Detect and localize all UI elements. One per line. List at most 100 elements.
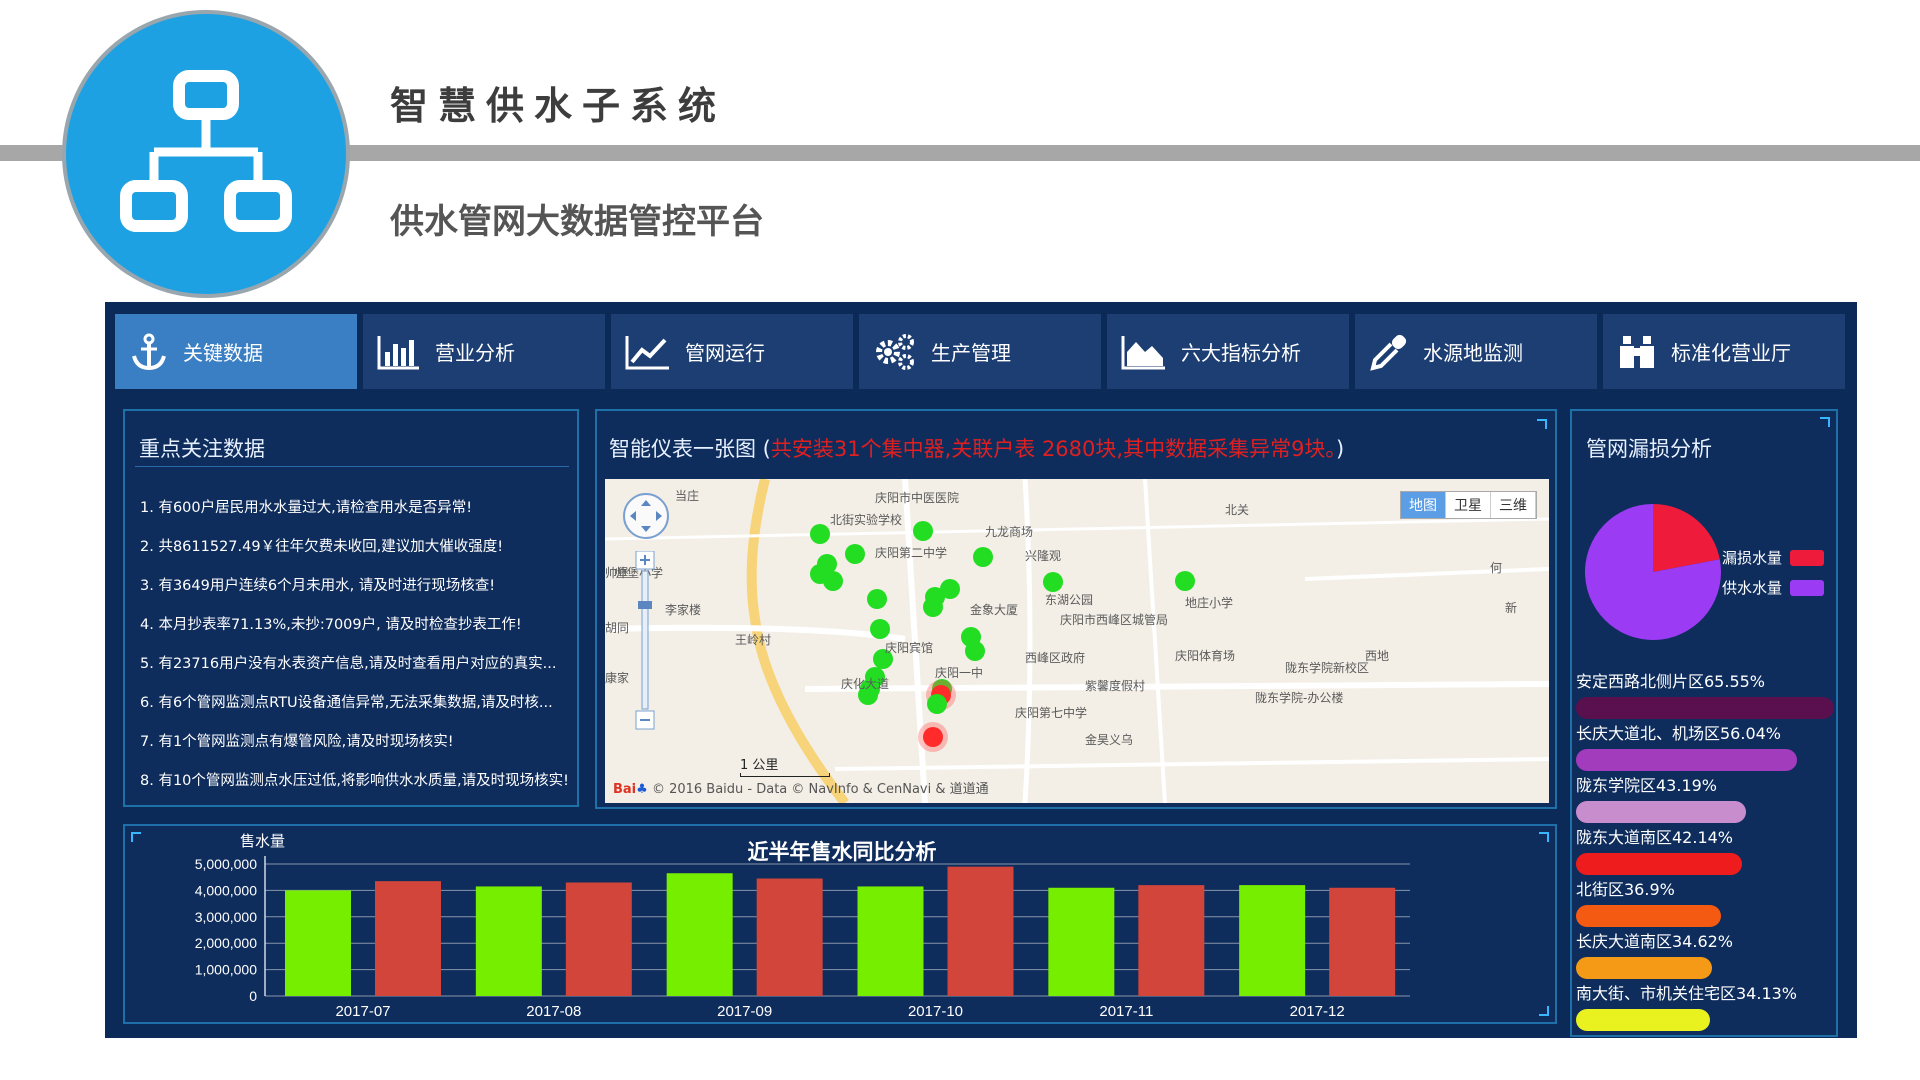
map-canvas[interactable]: 当庄 庆阳市中医医院 北街实验学校 九龙商场 兴隆观 庆阳第二中学 北关 帅堡小学 李家楼 金象大… <box>605 479 1549 803</box>
map-place-label: 西峰区政府 <box>1025 651 1086 665</box>
bar-series-a[interactable] <box>1239 885 1306 996</box>
logo-circle <box>62 10 350 298</box>
focus-data-panel: 重点关注数据 1. 有600户居民用水水量过大,请检查用水是否异常! 2. 共8… <box>123 409 579 807</box>
leak-bar <box>1576 905 1722 927</box>
leak-bar <box>1576 801 1746 823</box>
leak-bar-row[interactable]: 长庆大道北、机场区56.04% <box>1576 723 1836 771</box>
map-attribution: Bai♣ © 2016 Baidu - Data © NavInfo & Cen… <box>613 778 989 797</box>
list-item[interactable]: 6. 有6个管网监测点RTU设备通信异常,无法采集数据,请及时核... <box>140 684 570 723</box>
leak-bar-row[interactable]: 陇东大道南区42.14% <box>1576 827 1836 875</box>
meter-map-panel: 智能仪表一张图 (共安装31个集中器,关联户表 2680块,其中数据采集异常9块… <box>595 409 1557 809</box>
list-item[interactable]: 8. 有10个管网监测点水压过低,将影响供水水质量,请及时现场核实! <box>140 762 570 801</box>
map-place-label: 北街实验学校 <box>830 513 903 527</box>
leak-bar <box>1576 853 1742 875</box>
list-item[interactable]: 4. 本月抄表率71.13%,未抄:7009户, 请及时检查抄表工作! <box>140 606 570 645</box>
tab-label: 关键数据 <box>183 341 263 365</box>
tab-network-operation[interactable]: 管网运行 <box>611 314 853 389</box>
meter-point[interactable] <box>867 589 887 609</box>
x-tick-label: 2017-11 <box>1099 1003 1153 1020</box>
line-chart-icon <box>625 335 669 369</box>
bar-series-a[interactable] <box>285 890 351 996</box>
meter-point[interactable] <box>965 641 985 661</box>
y-tick-label: 3,000,000 <box>195 909 257 925</box>
meter-point[interactable] <box>1043 572 1063 592</box>
map-place-label: 庆化大道 <box>841 677 890 691</box>
meter-point[interactable] <box>923 597 943 617</box>
list-item[interactable]: 2. 共8611527.49￥往年欠费未收回,建议加大催收强度! <box>140 528 570 567</box>
meter-point[interactable] <box>823 571 843 591</box>
leak-bar-row[interactable]: 安定西路北侧片区65.55% <box>1576 671 1836 719</box>
map-place-label: 北关 <box>1225 503 1250 517</box>
tab-water-source-monitoring[interactable]: 水源地监测 <box>1355 314 1597 389</box>
bar-series-b[interactable] <box>756 878 823 996</box>
x-tick-label: 2017-08 <box>526 1003 581 1020</box>
meter-point[interactable] <box>810 524 830 544</box>
bar-series-b[interactable] <box>565 882 632 996</box>
list-item[interactable]: 7. 有1个管网监测点有爆管风险,请及时现场核实! <box>140 723 570 762</box>
eyedropper-icon <box>1370 334 1407 371</box>
system-name: 智慧供水子系统 <box>390 83 727 128</box>
page-title: 供水管网大数据管控平台 <box>390 202 764 242</box>
bar-series-b[interactable] <box>1138 885 1205 996</box>
bar-series-b[interactable] <box>947 866 1014 996</box>
map-place-label: 庆阳市中医医院 <box>875 491 960 505</box>
map-pan-control[interactable] <box>623 493 669 539</box>
map-type-satellite[interactable]: 卫星 <box>1446 492 1491 518</box>
leak-bar-row[interactable]: 北街区36.9% <box>1576 879 1836 927</box>
map-place-label: 胡同 <box>605 621 630 635</box>
bar-series-a[interactable] <box>475 886 542 996</box>
anchor-icon <box>132 333 166 370</box>
tab-business-analysis[interactable]: 营业分析 <box>363 314 605 389</box>
y-tick-label: 0 <box>249 988 257 1004</box>
leak-bar-label: 长庆大道南区34.62% <box>1576 932 1734 951</box>
bar-series-a[interactable] <box>666 873 733 996</box>
leak-bar <box>1576 697 1834 719</box>
tab-key-data[interactable]: 关键数据 <box>115 314 357 389</box>
meter-point-abnormal[interactable] <box>923 727 943 747</box>
corner-decoration <box>1820 417 1830 427</box>
meter-point[interactable] <box>927 694 947 714</box>
bar-series-b[interactable] <box>375 881 441 996</box>
leak-bar-row[interactable]: 长庆大道南区34.62% <box>1576 931 1836 979</box>
bar-series-b[interactable] <box>1329 887 1396 996</box>
tab-six-indicators[interactable]: 六大指标分析 <box>1107 314 1349 389</box>
bar-series-a[interactable] <box>857 886 924 996</box>
list-item[interactable]: 3. 有3649用户连续6个月未用水, 请及时进行现场核查! <box>140 567 570 606</box>
list-item[interactable]: 1. 有600户居民用水水量过大,请检查用水是否异常! <box>140 489 570 528</box>
tab-bar: 关键数据 营业分析 管网运行 生产管理 六大指标分析 水源地监测 标准化营业厅 <box>115 314 1845 389</box>
leak-bar-label: 安定西路北侧片区65.55% <box>1576 672 1766 691</box>
map-scale: 1 公里 <box>740 754 830 777</box>
meter-point[interactable] <box>973 547 993 567</box>
map-place-label: 金象大厦 <box>970 603 1019 617</box>
map-zoom-control[interactable] <box>635 551 655 731</box>
bar-series-a[interactable] <box>1048 887 1115 996</box>
area-chart-icon <box>1121 335 1165 369</box>
title-divider <box>135 466 569 467</box>
x-tick-label: 2017-09 <box>717 1003 772 1020</box>
zoom-slider-icon <box>635 551 655 730</box>
map-title: 智能仪表一张图 (共安装31个集中器,关联户表 2680块,其中数据采集异常9块… <box>609 433 1344 463</box>
tab-production-management[interactable]: 生产管理 <box>859 314 1101 389</box>
panel-title: 重点关注数据 <box>139 437 265 461</box>
map-place-label: 金昊义乌 <box>1085 733 1134 747</box>
y-tick-label: 4,000,000 <box>195 882 257 898</box>
list-item[interactable]: 5. 有23716用户没有水表资产信息,请及时查看用户对应的真实... <box>140 645 570 684</box>
legend-leak: 漏损水量 <box>1722 547 1825 568</box>
leakage-analysis-panel: 管网漏损分析 漏损水量 供水水量 安定西路北侧片区65.55% 长庆大道北、机场区… <box>1570 409 1838 1037</box>
leak-bar-row[interactable]: 陇东学院区43.19% <box>1576 775 1836 823</box>
map-type-map[interactable]: 地图 <box>1401 492 1446 518</box>
dashboard: 关键数据 营业分析 管网运行 生产管理 六大指标分析 水源地监测 标准化营业厅 … <box>105 302 1857 1038</box>
map-type-3d[interactable]: 三维 <box>1491 492 1536 518</box>
leak-bar-row[interactable]: 南大街、市机关住宅区34.13% <box>1576 983 1836 1031</box>
map-place-label: 地庄小学 <box>1185 596 1234 610</box>
meter-point[interactable] <box>913 521 933 541</box>
meter-point[interactable] <box>870 619 890 639</box>
leak-bar <box>1576 957 1713 979</box>
meter-point[interactable] <box>1175 571 1195 591</box>
meter-point[interactable] <box>845 544 865 564</box>
tab-standard-business-hall[interactable]: 标准化营业厅 <box>1603 314 1845 389</box>
panel-title: 管网漏损分析 <box>1586 437 1712 461</box>
tab-label: 六大指标分析 <box>1181 341 1301 365</box>
map-place-label: 兴隆观 <box>1025 549 1062 563</box>
tab-label: 水源地监测 <box>1423 341 1523 365</box>
